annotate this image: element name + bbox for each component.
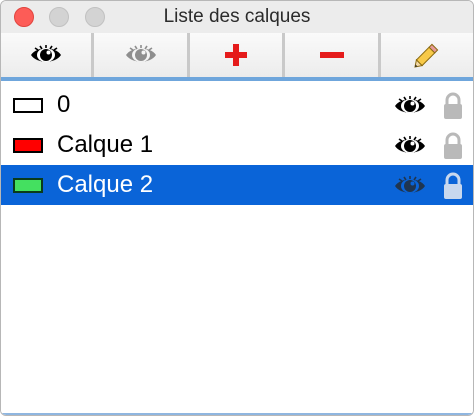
layers-window: Liste des calques 0 Calque 1 Calque 2 (0, 0, 474, 416)
layer-toolbar (1, 33, 473, 81)
layer-name: 0 (57, 91, 71, 118)
window-title: Liste des calques (163, 6, 311, 27)
window-bottom-edge (1, 413, 473, 415)
layer-color-swatch[interactable] (13, 178, 43, 193)
layer-list[interactable]: 0 Calque 1 Calque 2 (1, 85, 473, 415)
layer-color-swatch[interactable] (13, 98, 43, 113)
minus-icon (319, 52, 344, 58)
layer-row[interactable]: 0 (1, 85, 473, 125)
plus-icon (225, 44, 247, 66)
hide-all-layers-button[interactable] (94, 33, 190, 77)
layer-color-swatch[interactable] (13, 138, 43, 153)
title-bar[interactable]: Liste des calques (1, 1, 473, 33)
pencil-icon (414, 43, 439, 68)
visibility-eye-icon[interactable] (393, 95, 427, 117)
edit-layer-button[interactable] (381, 33, 473, 77)
layer-row-selected[interactable]: Calque 2 (1, 165, 473, 205)
lock-icon[interactable] (443, 92, 463, 120)
layer-name: Calque 2 (57, 171, 154, 198)
layer-row[interactable]: Calque 1 (1, 125, 473, 165)
eye-icon (125, 45, 156, 62)
add-layer-button[interactable] (190, 33, 285, 77)
lock-icon[interactable] (443, 172, 463, 200)
lock-icon[interactable] (443, 132, 463, 160)
visibility-eye-icon[interactable] (393, 135, 427, 157)
remove-layer-button[interactable] (285, 33, 381, 77)
show-all-layers-button[interactable] (1, 33, 94, 77)
layer-name: Calque 1 (57, 131, 154, 158)
visibility-eye-icon[interactable] (393, 175, 427, 197)
eye-icon (31, 45, 61, 62)
